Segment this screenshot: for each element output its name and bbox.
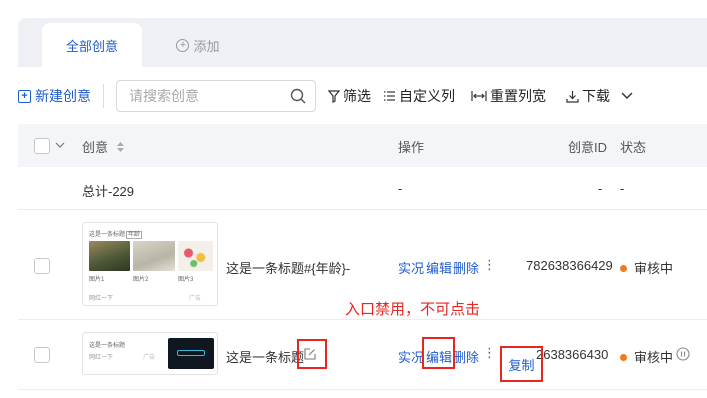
summary-row: 总计-229 - - -: [18, 167, 707, 210]
list-icon: [384, 91, 395, 101]
action-preview[interactable]: 实况: [398, 347, 424, 366]
annotation-text: 入口禁用，不可点击: [345, 301, 481, 318]
creative-id: 2638366430: [536, 347, 609, 362]
new-creative-button[interactable]: + 新建创意: [18, 86, 91, 106]
select-all-checkbox[interactable]: [34, 138, 50, 154]
status-badge: 审核中: [620, 347, 673, 366]
action-preview[interactable]: 实况: [398, 258, 424, 277]
thumb-footer-right: 广告: [143, 355, 156, 361]
column-width-icon: [471, 91, 487, 101]
column-header-id[interactable]: 创意ID: [568, 137, 607, 156]
download-icon: [566, 90, 579, 103]
creative-thumbnail[interactable]: 这是一条标题 年龄 图片1 图片2 图片3 网红一下 广告: [82, 222, 218, 306]
download-button[interactable]: 下载: [566, 86, 637, 106]
search-input[interactable]: 请搜索创意: [116, 80, 316, 112]
reset-width-button[interactable]: 重置列宽: [471, 86, 546, 106]
tab-all-creatives[interactable]: 全部创意: [42, 23, 142, 67]
thumb-caption: 图片1: [89, 277, 105, 283]
plus-circle-icon: +: [176, 38, 190, 52]
chevron-down-icon[interactable]: [55, 142, 65, 150]
custom-columns-button[interactable]: 自定义列: [383, 86, 455, 106]
status-badge: 审核中: [620, 258, 673, 277]
status-text: 审核中: [634, 350, 674, 365]
search-icon[interactable]: [290, 88, 307, 105]
thumb-image-landscape: [89, 241, 130, 271]
tab-add-label: 添加: [193, 38, 220, 54]
table-header: 创意 操作 创意ID 状态: [18, 124, 707, 167]
annotation-box-edit-action: [422, 337, 455, 369]
thumb-image-landscape: [133, 241, 175, 271]
thumb-title: 这是一条标题 年龄: [89, 231, 143, 239]
thumb-title: 这是一条标题: [89, 343, 126, 349]
row-checkbox[interactable]: [34, 347, 50, 363]
search-placeholder: 请搜索创意: [129, 88, 199, 104]
creative-title: 这是一条标题#{年龄}-: [226, 261, 351, 276]
column-header-creative[interactable]: 创意: [82, 137, 125, 156]
thumb-image-flowers: [178, 241, 213, 271]
download-label: 下载: [582, 88, 610, 104]
custom-columns-label: 自定义列: [399, 88, 455, 104]
row-checkbox[interactable]: [34, 258, 50, 274]
status-dot: [620, 265, 627, 272]
filter-button[interactable]: 筛选: [328, 86, 371, 106]
new-creative-label: 新建创意: [35, 88, 91, 104]
column-creative-label: 创意: [82, 140, 109, 155]
thumb-caption: 图片3: [178, 277, 194, 283]
annotation-box-edit-icon: [297, 339, 327, 369]
action-delete[interactable]: 删除: [453, 347, 479, 366]
copy-label: 复制: [508, 357, 535, 373]
status-text: 审核中: [634, 261, 674, 276]
filter-icon: [328, 89, 340, 103]
filter-label: 筛选: [343, 88, 371, 104]
action-edit[interactable]: 编辑: [426, 258, 452, 277]
thumb-image-dark-banner: [168, 338, 214, 369]
thumb-footer-right: 广告: [188, 296, 201, 302]
plus-square-icon: +: [18, 89, 31, 103]
summary-id: -: [598, 181, 603, 196]
tab-bar: 全部创意 + 添加: [18, 18, 707, 67]
thumb-footer-left: 网红一下: [89, 355, 114, 361]
more-icon[interactable]: ⋮: [483, 257, 496, 273]
thumb-caption: 图片2: [133, 277, 149, 283]
status-dot: [620, 354, 627, 361]
copy-button[interactable]: 复制: [500, 346, 543, 382]
more-icon[interactable]: ⋮: [483, 345, 496, 361]
summary-status: -: [620, 181, 625, 196]
toolbar-divider: [103, 84, 104, 108]
creative-id: 782638366429: [526, 258, 613, 273]
summary-actions: -: [398, 181, 403, 196]
thumb-footer-left: 网红一下: [89, 296, 114, 302]
creative-thumbnail[interactable]: 这是一条标题 网红一下 广告: [82, 332, 218, 375]
chevron-down-icon[interactable]: [620, 91, 634, 101]
reset-width-label: 重置列宽: [490, 88, 546, 104]
column-header-status[interactable]: 状态: [620, 137, 646, 156]
action-delete[interactable]: 删除: [453, 258, 479, 277]
summary-label: 总计-229: [82, 184, 135, 199]
pause-circle-icon[interactable]: [676, 347, 690, 361]
toolbar: + 新建创意 请搜索创意 筛选 自定义列 重置列宽 下载: [18, 78, 707, 114]
table-row: 这是一条标题 网红一下 广告 这是一条标题 实况 编辑 删除 ⋮ 2638366…: [18, 320, 707, 390]
creative-title: 这是一条标题: [226, 350, 305, 365]
tab-add[interactable]: + 添加: [168, 23, 228, 67]
column-header-actions: 操作: [398, 140, 425, 155]
sort-icon[interactable]: [116, 141, 125, 153]
